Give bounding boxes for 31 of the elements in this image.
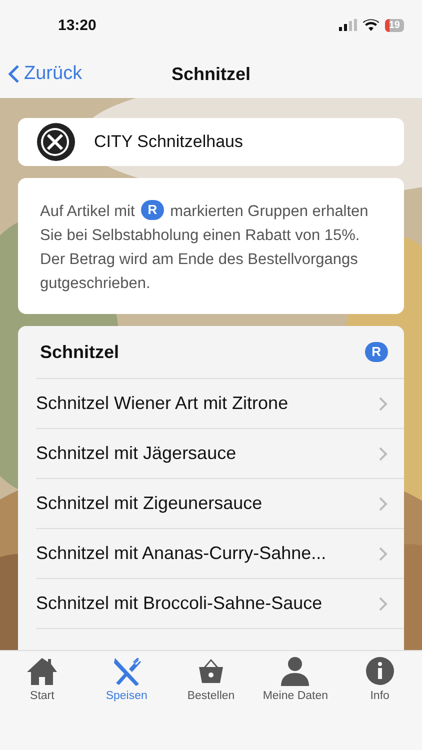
restaurant-name: CITY Schnitzelhaus <box>94 132 243 152</box>
menu-item[interactable]: Schnitzel mit Zigeunersauce <box>36 478 404 528</box>
wifi-icon <box>362 19 379 31</box>
person-icon <box>279 655 312 687</box>
tab-item[interactable]: Info <box>338 655 422 702</box>
group-title: Schnitzel <box>40 342 120 362</box>
tab-item[interactable]: Bestellen <box>168 655 254 702</box>
chevron-left-icon <box>8 64 20 84</box>
menu-item[interactable]: Schnitzel mit Ananas-Curry-Sahne... <box>36 528 404 578</box>
back-button[interactable]: Zurück <box>8 63 82 85</box>
screen-title: Schnitzel <box>171 64 250 84</box>
chevron-right-icon <box>378 596 388 612</box>
crossed-cutlery-logo <box>36 122 76 162</box>
tab-item[interactable]: Start <box>0 655 84 702</box>
signal-icon <box>338 19 357 31</box>
home-icon <box>26 655 58 687</box>
chevron-right-icon <box>378 546 388 562</box>
info-text: Auf Artikel mit R markierten Gruppen erhalten Sie bei Selbstabholung einen Rabatt von 15%. Der Betrag wird am Ende des Bestellvorgangs gutgeschrieben. <box>40 203 368 292</box>
menu-item[interactable]: Schnitzel mit Jägersauce <box>36 428 404 478</box>
info-icon <box>364 655 396 687</box>
chevron-right-icon <box>378 396 388 412</box>
tab-item[interactable]: Meine Daten <box>253 655 338 702</box>
discount-badge: R <box>140 200 164 220</box>
menu-item[interactable]: Schnitzel Wiener Art mit Zitrone <box>36 378 404 428</box>
menu-item[interactable]: Schnitzel mit Broccoli-Sahne-Sauce <box>36 578 404 628</box>
chevron-right-icon <box>378 496 388 512</box>
chevron-right-icon <box>378 446 388 462</box>
status-time: 13:20 <box>58 16 96 34</box>
battery-level: 19 <box>384 18 404 32</box>
tab-item[interactable]: Speisen <box>84 655 169 702</box>
discount-badge: R <box>364 342 388 362</box>
